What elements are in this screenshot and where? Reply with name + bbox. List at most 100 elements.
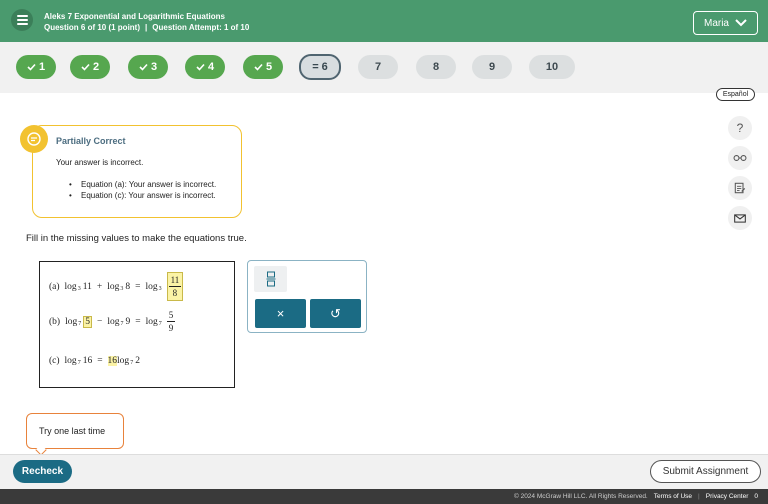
equation-a: (a) log 3 11 + log 3 8 = log 3 11 8 [49, 272, 184, 301]
answer-input-c[interactable]: 16 [107, 356, 118, 366]
privacy-link[interactable]: Privacy Center [706, 493, 749, 500]
question-instruction: Fill in the missing values to make the e… [26, 233, 247, 244]
question-button-8[interactable]: 8 [416, 55, 456, 79]
log-term: log [117, 356, 130, 366]
user-menu-button[interactable]: Maria [693, 11, 758, 35]
question-label: 5 [265, 61, 273, 73]
fraction-denominator: 8 [172, 288, 178, 298]
clear-button[interactable]: × [255, 299, 306, 328]
fraction: 5 9 [166, 309, 176, 334]
question-button-2[interactable]: 2 [70, 55, 110, 79]
help-icon: ? [736, 121, 744, 135]
feedback-panel: Partially Correct Your answer is incorre… [32, 125, 242, 218]
feedback-list: Equation (a): Your answer is incorrect. … [69, 179, 216, 201]
assignment-title: Aleks 7 Exponential and Logarithmic Equa… [44, 12, 225, 21]
feedback-message: Your answer is incorrect. [56, 158, 144, 167]
answer-input-a[interactable]: 11 8 [166, 272, 184, 301]
log-term: log [64, 281, 77, 292]
equation-label: (c) [49, 356, 60, 366]
undo-icon: ↺ [330, 305, 341, 321]
copyright-text: © 2024 McGraw Hill LLC. All Rights Reser… [513, 493, 648, 500]
question-button-6[interactable]: = 6 [299, 54, 341, 80]
log-argument: 8 [125, 281, 131, 292]
equation-label: (b) [49, 316, 61, 327]
log-base: 7 [77, 360, 81, 366]
footer-trailing-text: 0 [754, 493, 758, 500]
log-base: 3 [158, 285, 162, 292]
question-label: 2 [92, 61, 100, 73]
equals-sign: = [97, 356, 103, 366]
question-number: Question 6 of 10 (1 point) [44, 23, 141, 32]
mail-icon [734, 213, 746, 223]
fraction-template-button[interactable] [254, 266, 287, 292]
question-info: Question 6 of 10 (1 point) | Question Atte… [44, 23, 249, 32]
log-base: 7 [158, 320, 162, 327]
check-icon [254, 63, 263, 71]
partial-icon: = [312, 61, 319, 73]
user-name: Maria [703, 17, 729, 29]
question-button-5[interactable]: 5 [243, 55, 283, 79]
math-input-palette: × ↺ [247, 260, 367, 333]
header-separator: | [145, 23, 148, 32]
question-button-9[interactable]: 9 [472, 55, 512, 79]
fraction-icon [266, 271, 275, 287]
equals-sign: = [135, 316, 141, 327]
attempt-info: Question Attempt: 1 of 10 [152, 23, 250, 32]
close-icon: × [276, 306, 285, 321]
log-term: log [145, 281, 158, 292]
question-button-7[interactable]: 7 [358, 55, 398, 79]
menu-icon[interactable] [11, 9, 33, 31]
question-label: 4 [207, 61, 215, 73]
fraction-numerator: 11 [170, 275, 180, 285]
operator: + [96, 281, 103, 292]
log-term: log [107, 316, 120, 327]
question-button-3[interactable]: 3 [128, 55, 168, 79]
log-term: log [145, 316, 158, 327]
log-base: 7 [120, 320, 124, 327]
question-label: 9 [488, 61, 496, 73]
feedback-item: Equation (c): Your answer is incorrect. [69, 190, 216, 201]
equals-sign: = [135, 281, 141, 292]
question-label: 3 [150, 61, 158, 73]
equation-label: (a) [49, 281, 60, 292]
reader-button[interactable] [728, 146, 752, 170]
language-toggle-button[interactable]: Español [716, 88, 755, 101]
help-button[interactable]: ? [728, 116, 752, 140]
terms-link[interactable]: Terms of Use [654, 493, 692, 500]
glasses-icon [733, 155, 747, 161]
undo-button[interactable]: ↺ [310, 299, 361, 328]
top-header: Aleks 7 Exponential and Logarithmic Equa… [0, 0, 768, 42]
question-navigation: 1 2 3 4 5 = 6 7 8 9 10 Español [0, 42, 768, 101]
message-button[interactable] [728, 206, 752, 230]
log-term: log [107, 281, 120, 292]
question-button-4[interactable]: 4 [185, 55, 225, 79]
log-term: log [64, 356, 77, 366]
equation-panel: (a) log 3 11 + log 3 8 = log 3 11 8 (b) log 7 5… [39, 261, 235, 388]
log-argument: 16 [82, 356, 93, 366]
feedback-item: Equation (a): Your answer is incorrect. [69, 179, 216, 190]
check-icon [81, 63, 90, 71]
answer-input-b[interactable]: 5 [83, 315, 92, 328]
question-label: 1 [38, 61, 46, 73]
question-button-10[interactable]: 10 [529, 55, 575, 79]
log-base: 3 [120, 285, 124, 292]
question-label: 8 [432, 61, 440, 73]
check-icon [27, 63, 36, 71]
notes-button[interactable] [728, 176, 752, 200]
question-button-1[interactable]: 1 [16, 55, 56, 79]
submit-assignment-button[interactable]: Submit Assignment [650, 460, 761, 483]
question-label: 10 [545, 61, 559, 73]
recheck-button[interactable]: Recheck [13, 460, 72, 483]
chat-feedback-icon [20, 125, 48, 153]
footer-separator: | [698, 493, 700, 500]
check-icon [139, 63, 148, 71]
log-argument: 11 [82, 281, 92, 292]
log-argument: 9 [125, 316, 131, 327]
chevron-down-icon [735, 19, 747, 27]
equation-b: (b) log 7 5 − log 7 9 = log 7 5 9 [49, 309, 176, 334]
equation-c: (c) log 7 16 = 16 log 7 2 [49, 356, 140, 366]
fraction-numerator: 5 [168, 310, 174, 320]
question-label: 6 [321, 61, 328, 73]
check-icon [196, 63, 205, 71]
log-base: 3 [77, 285, 81, 292]
